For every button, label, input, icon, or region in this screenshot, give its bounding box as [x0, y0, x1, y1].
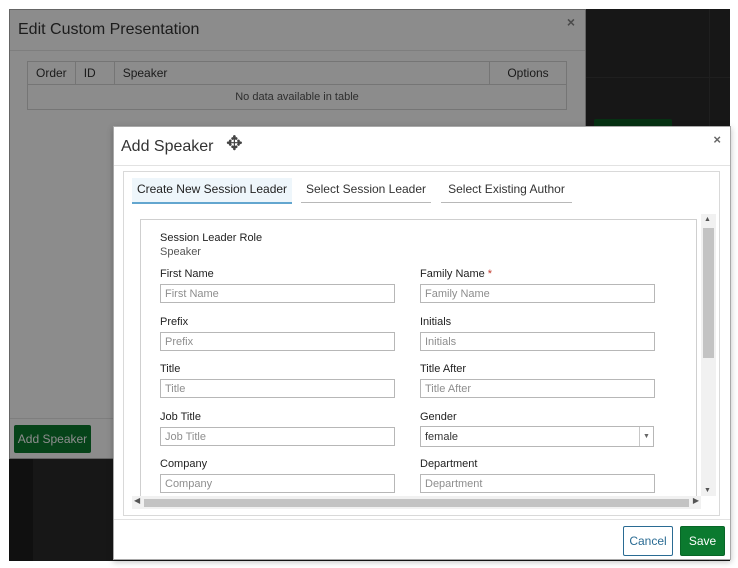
family-name-label-text: Family Name: [420, 268, 485, 280]
company-label: Company: [160, 458, 208, 470]
title-after-field[interactable]: [420, 379, 655, 398]
scrollbar-thumb[interactable]: [144, 499, 689, 507]
scroll-up-icon[interactable]: ▲: [704, 216, 711, 223]
department-field[interactable]: [420, 474, 655, 493]
initials-field[interactable]: [420, 332, 655, 351]
scroll-down-icon[interactable]: ▼: [704, 487, 711, 494]
chevron-down-icon: ▼: [639, 427, 653, 446]
first-name-label: First Name: [160, 268, 214, 280]
session-leader-form: Session Leader Role Speaker First Name F…: [140, 219, 697, 509]
session-leader-role-value: Speaker: [160, 246, 201, 258]
required-indicator: *: [487, 268, 493, 280]
tab-select-session-leader[interactable]: Select Session Leader: [301, 178, 431, 203]
job-title-label: Job Title: [160, 411, 201, 423]
gender-select[interactable]: female ▼: [420, 426, 654, 447]
cancel-button[interactable]: Cancel: [623, 526, 673, 556]
family-name-field[interactable]: [420, 284, 655, 303]
initials-label: Initials: [420, 316, 452, 328]
modal-footer: Cancel Save: [114, 519, 730, 560]
prefix-label: Prefix: [160, 316, 189, 328]
tab-create-new-session-leader[interactable]: Create New Session Leader: [132, 178, 292, 204]
modal-title: Add Speaker: [121, 138, 214, 155]
form-scroll-area[interactable]: Session Leader Role Speaker First Name F…: [132, 214, 717, 509]
add-speaker-modal: Add Speaker ✥ × Create New Session Leade…: [113, 126, 731, 560]
horizontal-scrollbar[interactable]: ◀ ▶: [132, 496, 701, 509]
department-label: Department: [420, 458, 478, 470]
scroll-left-icon[interactable]: ◀: [134, 496, 140, 505]
title-after-label: Title After: [420, 363, 467, 375]
first-name-field[interactable]: [160, 284, 395, 303]
session-leader-role-label: Session Leader Role: [160, 232, 263, 244]
gender-selected-value: female: [425, 431, 459, 443]
tab-select-existing-author[interactable]: Select Existing Author: [441, 178, 572, 203]
vertical-scrollbar[interactable]: ▲ ▼: [701, 214, 716, 496]
title-field[interactable]: [160, 379, 395, 398]
modal-header: Add Speaker ✥ ×: [114, 127, 730, 166]
prefix-field[interactable]: [160, 332, 395, 351]
job-title-field[interactable]: [160, 427, 395, 446]
family-name-label: Family Name *: [420, 268, 492, 280]
gender-label: Gender: [420, 411, 457, 423]
scrollbar-thumb[interactable]: [703, 228, 714, 358]
title-label: Title: [160, 363, 181, 375]
company-field[interactable]: [160, 474, 395, 493]
move-icon[interactable]: ✥: [226, 134, 243, 154]
scroll-right-icon[interactable]: ▶: [693, 496, 699, 505]
save-button[interactable]: Save: [680, 526, 725, 556]
modal-body: Create New Session Leader Select Session…: [123, 171, 720, 516]
close-icon[interactable]: ×: [713, 132, 721, 147]
